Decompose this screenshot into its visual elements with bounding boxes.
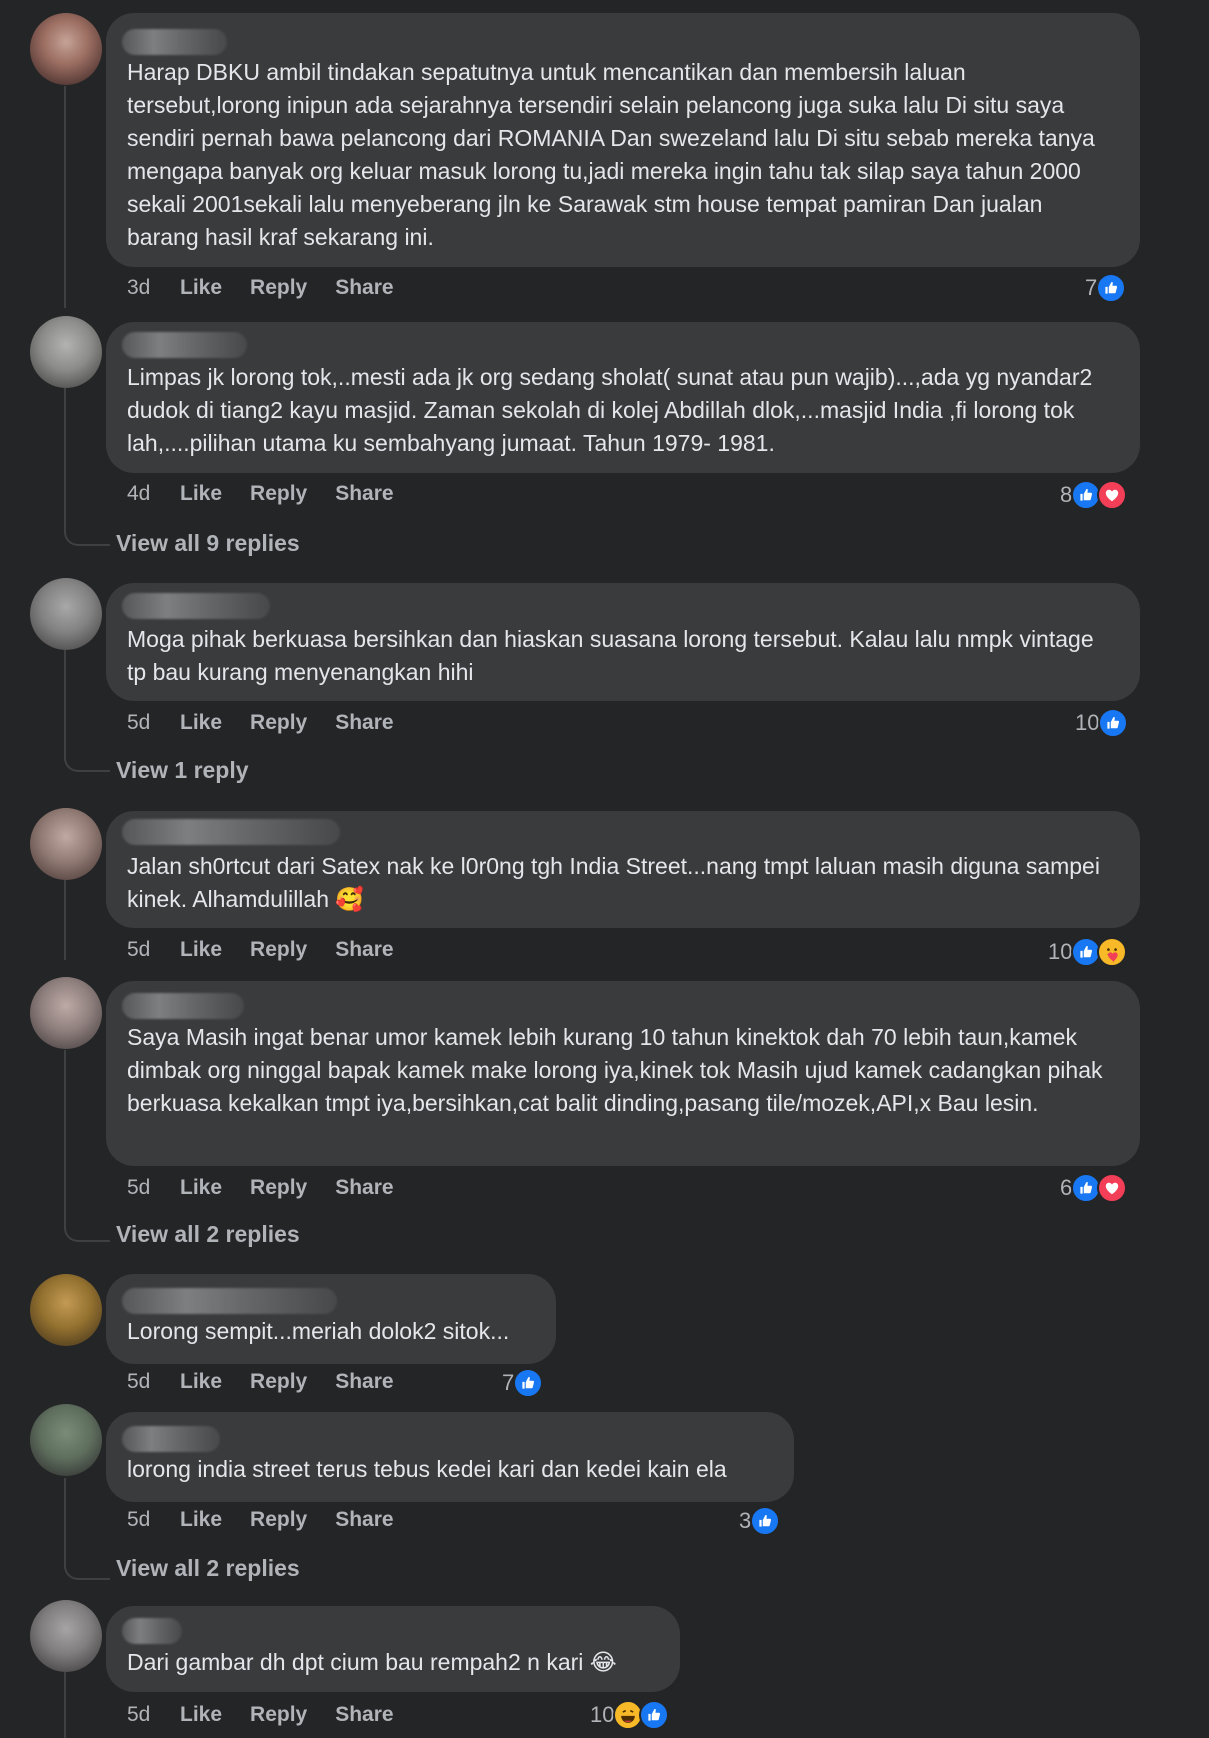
avatar[interactable] [30, 977, 102, 1049]
share-button[interactable]: Share [335, 482, 393, 506]
like-button[interactable]: Like [180, 1703, 222, 1727]
thread-line [64, 1478, 66, 1568]
thread-connector [64, 528, 110, 546]
author-name[interactable] [122, 1288, 337, 1314]
comment-actions: 4d Like Reply Share [127, 479, 422, 509]
like-button[interactable]: Like [180, 276, 222, 300]
like-button[interactable]: Like [180, 938, 222, 962]
comment-actions: 5d Like Reply Share [127, 935, 422, 965]
comment-actions: 5d Like Reply Share [127, 708, 422, 738]
love-reaction-icon [1097, 1173, 1128, 1203]
reaction-summary[interactable]: 10 [1048, 937, 1128, 967]
thread-line [64, 1672, 66, 1738]
comment-text: Limpas jk lorong tok,..mesti ada jk org … [127, 364, 1093, 456]
avatar[interactable] [30, 316, 102, 388]
view-replies-link[interactable]: View 1 reply [116, 757, 249, 784]
avatar[interactable] [30, 13, 102, 85]
comment-actions: 5d Like Reply Share [127, 1700, 422, 1730]
comment-time[interactable]: 5d [127, 1176, 180, 1200]
comment-time[interactable]: 5d [127, 1508, 180, 1532]
like-button[interactable]: Like [180, 1176, 222, 1200]
reaction-count: 10 [1075, 710, 1100, 735]
thread-line [64, 86, 66, 308]
like-button[interactable]: Like [180, 482, 222, 506]
comment-text: lorong india street terus tebus kedei ka… [127, 1456, 727, 1482]
avatar[interactable] [30, 1600, 102, 1672]
care-reaction-icon [1097, 937, 1128, 967]
author-name[interactable] [122, 819, 340, 845]
thread-connector [64, 1562, 110, 1580]
avatar[interactable] [30, 808, 102, 880]
view-replies-link[interactable]: View all 2 replies [116, 1221, 300, 1248]
comment-actions: 5d Like Reply Share [127, 1173, 422, 1203]
comment-time[interactable]: 5d [127, 938, 180, 962]
comment-text: Dari gambar dh dpt cium bau rempah2 n ka… [127, 1649, 617, 1675]
comment-text: Saya Masih ingat benar umor kamek lebih … [127, 1024, 1103, 1116]
thread-connector [64, 1224, 110, 1242]
thread-line [64, 880, 66, 960]
comment-text: Jalan sh0rtcut dari Satex nak ke l0r0ng … [127, 853, 1100, 912]
comment-time[interactable]: 5d [127, 1703, 180, 1727]
love-reaction-icon [1097, 480, 1128, 510]
reaction-summary[interactable]: 8 [1060, 480, 1128, 510]
thread-connector [64, 754, 110, 772]
reply-button[interactable]: Reply [250, 1703, 307, 1727]
share-button[interactable]: Share [335, 1703, 393, 1727]
author-name[interactable] [122, 593, 270, 619]
reaction-summary[interactable]: 7 [502, 1368, 544, 1398]
reaction-count: 10 [590, 1702, 615, 1727]
author-name[interactable] [122, 993, 244, 1019]
reaction-summary[interactable]: 6 [1060, 1173, 1128, 1203]
share-button[interactable]: Share [335, 938, 393, 962]
reaction-summary[interactable]: 10 [1075, 708, 1129, 738]
reply-button[interactable]: Reply [250, 276, 307, 300]
like-reaction-icon [513, 1368, 544, 1398]
avatar[interactable] [30, 578, 102, 650]
thread-line [64, 1050, 66, 1230]
like-reaction-icon [750, 1506, 781, 1536]
share-button[interactable]: Share [335, 1508, 393, 1532]
like-button[interactable]: Like [180, 1370, 222, 1394]
like-reaction-icon [639, 1700, 670, 1730]
author-name[interactable] [122, 29, 227, 55]
comment-time[interactable]: 3d [127, 276, 180, 300]
share-button[interactable]: Share [335, 276, 393, 300]
reaction-summary[interactable]: 10 [590, 1700, 670, 1730]
reply-button[interactable]: Reply [250, 1370, 307, 1394]
comment-text: Lorong sempit...meriah dolok2 sitok... [127, 1318, 510, 1344]
comment-time[interactable]: 5d [127, 1370, 180, 1394]
share-button[interactable]: Share [335, 711, 393, 735]
reply-button[interactable]: Reply [250, 711, 307, 735]
reaction-summary[interactable]: 3 [739, 1506, 781, 1536]
comment-actions: 5d Like Reply Share [127, 1367, 422, 1397]
view-replies-link[interactable]: View all 9 replies [116, 530, 300, 557]
avatar[interactable] [30, 1274, 102, 1346]
author-name[interactable] [122, 1426, 220, 1452]
like-button[interactable]: Like [180, 711, 222, 735]
author-name[interactable] [122, 332, 247, 358]
share-button[interactable]: Share [335, 1176, 393, 1200]
reply-button[interactable]: Reply [250, 1508, 307, 1532]
author-name[interactable] [122, 1618, 182, 1644]
reaction-summary[interactable]: 7 [1085, 273, 1127, 303]
comment-time[interactable]: 4d [127, 482, 180, 506]
reply-button[interactable]: Reply [250, 938, 307, 962]
comment-time[interactable]: 5d [127, 711, 180, 735]
like-reaction-icon [1096, 273, 1127, 303]
like-reaction-icon [1098, 708, 1129, 738]
comment-text: Harap DBKU ambil tindakan sepatutnya unt… [127, 59, 1095, 250]
thread-line [64, 650, 66, 760]
comment-actions: 3d Like Reply Share [127, 273, 422, 303]
reply-button[interactable]: Reply [250, 1176, 307, 1200]
avatar[interactable] [30, 1404, 102, 1476]
view-replies-link[interactable]: View all 2 replies [116, 1555, 300, 1582]
share-button[interactable]: Share [335, 1370, 393, 1394]
comment-actions: 5d Like Reply Share [127, 1505, 422, 1535]
thread-line [64, 384, 66, 534]
reply-button[interactable]: Reply [250, 482, 307, 506]
comment-text: Moga pihak berkuasa bersihkan dan hiaska… [127, 626, 1094, 685]
reaction-count: 10 [1048, 939, 1073, 964]
like-button[interactable]: Like [180, 1508, 222, 1532]
